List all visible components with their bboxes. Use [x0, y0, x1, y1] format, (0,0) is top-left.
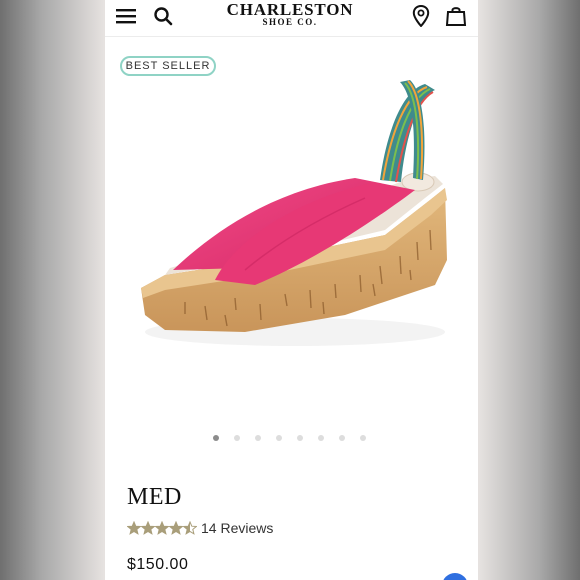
brand-logo[interactable]: CHARLESTON SHOE CO.: [200, 0, 380, 27]
location-pin-icon[interactable]: [408, 3, 434, 29]
carousel-dot[interactable]: [297, 435, 303, 441]
product-price: $150.00: [127, 556, 189, 573]
logo-line-2: SHOE CO.: [262, 17, 318, 27]
carousel-dot[interactable]: [234, 435, 240, 441]
star-icon: [169, 521, 183, 535]
product-image-pink-wedge-sandal[interactable]: [125, 70, 465, 390]
carousel-dot[interactable]: [276, 435, 282, 441]
carousel-dot[interactable]: [318, 435, 324, 441]
logo-line-1: CHARLESTON: [226, 0, 354, 19]
reviews-link[interactable]: 14 Reviews: [201, 520, 273, 536]
image-carousel-dots: [213, 435, 366, 443]
product-page: CHARLESTON SHOE CO. BEST SELLER MED 14 R…: [105, 0, 478, 580]
menu-icon[interactable]: [113, 3, 139, 29]
star-icon: [183, 521, 197, 535]
star-icon: [155, 521, 169, 535]
carousel-dot[interactable]: [339, 435, 345, 441]
product-title: MED: [127, 484, 182, 510]
background-right-blur: [478, 0, 580, 580]
star-icon: [141, 521, 155, 535]
background-left-blur: [0, 0, 105, 580]
rating-stars: [127, 521, 197, 537]
carousel-dot[interactable]: [255, 435, 261, 441]
carousel-dot[interactable]: [360, 435, 366, 441]
search-icon[interactable]: [150, 3, 176, 29]
top-navigation-bar: CHARLESTON SHOE CO.: [105, 0, 478, 37]
chat-icon[interactable]: [442, 573, 468, 580]
shopping-bag-icon[interactable]: [443, 3, 469, 29]
star-icon: [127, 521, 141, 535]
carousel-dot[interactable]: [213, 435, 219, 441]
